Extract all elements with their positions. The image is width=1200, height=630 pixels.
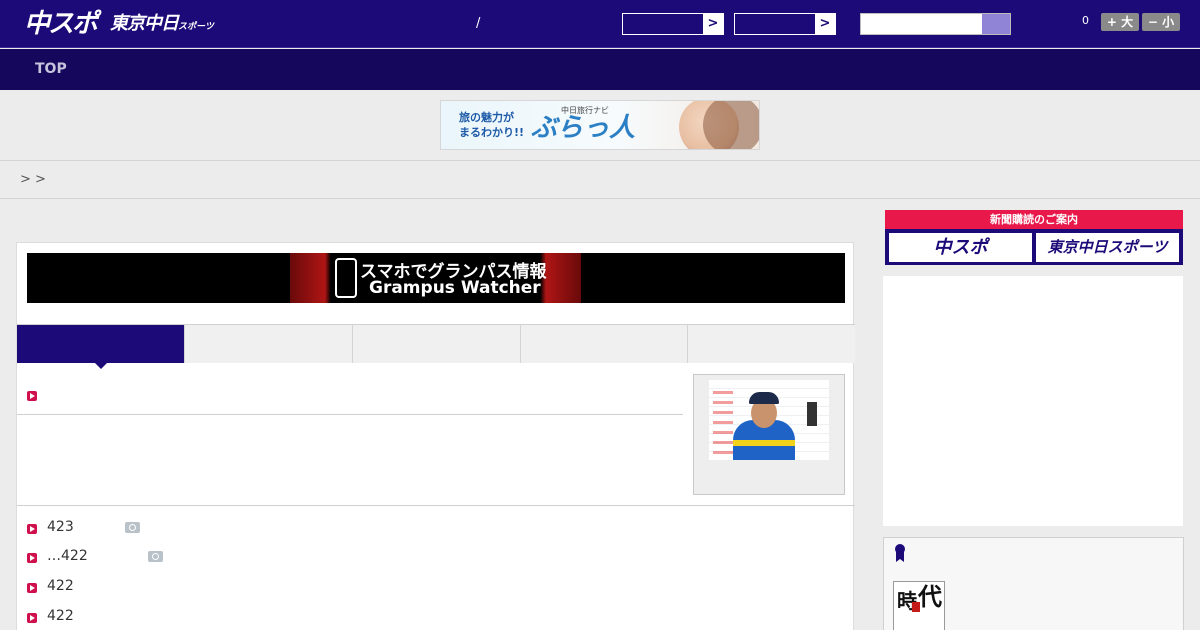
news-item[interactable]: 422 — [27, 578, 127, 598]
ribbon-icon — [895, 544, 905, 564]
tokyo-logo-text: 東京中日 — [110, 13, 179, 34]
play-bullet-icon — [27, 391, 37, 401]
tab-1[interactable] — [17, 325, 185, 363]
news-item[interactable]: 422 — [27, 608, 127, 628]
article-count: 0 — [1082, 14, 1089, 27]
camera-icon — [125, 522, 140, 533]
model-hair — [703, 101, 759, 149]
subscription-box: 新聞購読のご案内 中スポ 東京中日スポーツ — [885, 210, 1183, 265]
tab-4[interactable] — [521, 325, 688, 363]
site-header: 中スポ 東京中日スポーツ / > > 0 + 大 − 小 — [0, 0, 1200, 48]
tokyo-logo-small: スポーツ — [178, 22, 214, 32]
featured-photo — [709, 380, 829, 460]
chevron-right-icon[interactable]: > — [703, 14, 723, 34]
news-item[interactable]: 423 — [27, 519, 187, 539]
divider — [0, 160, 1200, 161]
subscribe-tokyo-chunichi-button[interactable]: 東京中日スポーツ — [1036, 233, 1179, 262]
book-char-2: 代 — [918, 583, 942, 611]
divider — [17, 414, 683, 415]
play-bullet-icon — [27, 553, 37, 563]
tab-5[interactable] — [688, 325, 855, 363]
ad-tagline: 旅の魅力が まるわかり!! — [459, 110, 524, 140]
grampus-banner-line2: Grampus Watcher — [369, 278, 541, 298]
grampus-watcher-banner[interactable]: スマホでグランパス情報 Grampus Watcher — [27, 253, 845, 303]
book-thumbnail[interactable]: 時 代 — [893, 581, 945, 630]
ad-brand-title: ぶらっ人 — [531, 113, 636, 143]
featured-photo-frame[interactable] — [693, 374, 845, 495]
subscription-header: 新聞購読のご案内 — [885, 210, 1183, 229]
tab-3[interactable] — [353, 325, 521, 363]
category-select-2[interactable]: > — [734, 13, 836, 35]
main-content-card: スマホでグランパス情報 Grampus Watcher 423 …422 422… — [16, 242, 855, 630]
category-select-1[interactable]: > — [622, 13, 724, 35]
chevron-right-icon[interactable]: > — [815, 14, 835, 34]
travel-ad-banner[interactable]: 旅の魅力が まるわかり!! 中日旅行ナビ ぶらっ人 — [440, 100, 760, 150]
header-separator: / — [476, 16, 481, 31]
chuspo-logo[interactable]: 中スポ — [24, 9, 98, 39]
search-input[interactable] — [860, 13, 1011, 35]
sidebar-ranking-box: 時 代 — [883, 537, 1184, 630]
play-bullet-icon — [27, 583, 37, 593]
news-item-title[interactable]: 423 — [47, 519, 74, 535]
global-nav: TOP — [0, 49, 1200, 90]
font-size-smaller-button[interactable]: − 小 — [1142, 13, 1180, 31]
breadcrumb: > > — [20, 172, 46, 187]
tokyo-chunichi-logo[interactable]: 東京中日スポーツ — [110, 12, 214, 39]
active-tab-caret-icon — [95, 363, 107, 369]
subscribe-chuspo-button[interactable]: 中スポ — [889, 233, 1032, 262]
search-button[interactable] — [982, 14, 1010, 34]
news-item-title[interactable]: 422 — [47, 578, 74, 594]
category-tabs — [17, 324, 855, 369]
ad-tagline-line2: まるわかり!! — [459, 126, 525, 139]
play-bullet-icon — [27, 524, 37, 534]
tab-2[interactable] — [185, 325, 353, 363]
font-size-larger-button[interactable]: + 大 — [1101, 13, 1139, 31]
sidebar-ad-slot[interactable] — [883, 276, 1183, 526]
news-item[interactable]: …422 — [27, 548, 197, 568]
smartphone-icon — [335, 258, 357, 298]
nav-item-top[interactable]: TOP — [35, 61, 67, 77]
ad-tagline-line1: 旅の魅力が — [459, 111, 514, 124]
news-item-title[interactable]: 422 — [47, 608, 74, 624]
divider — [17, 505, 855, 506]
divider — [0, 198, 1200, 199]
camera-icon — [148, 551, 163, 562]
news-item-title[interactable]: …422 — [47, 548, 88, 564]
play-bullet-icon — [27, 613, 37, 623]
